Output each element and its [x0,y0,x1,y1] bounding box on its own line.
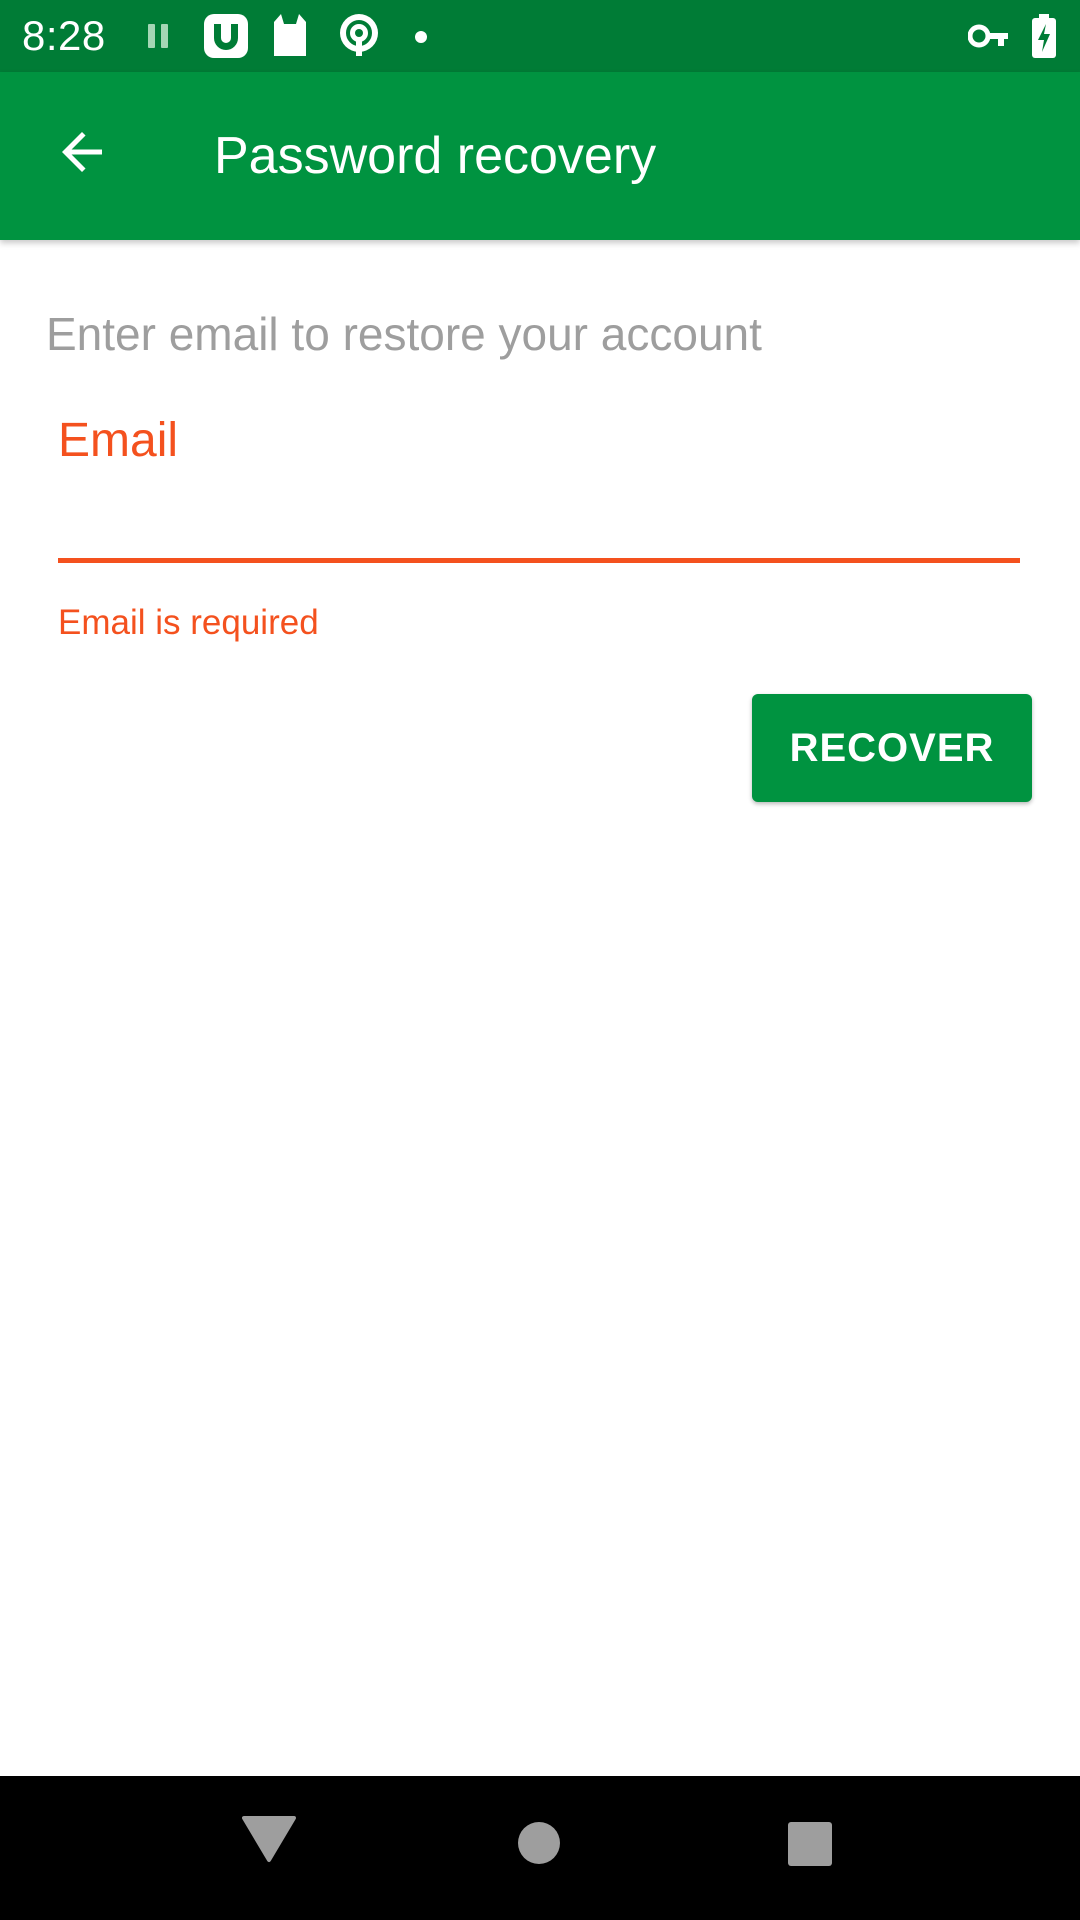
email-field-label: Email [58,414,179,467]
email-error-message: Email is required [58,603,319,642]
vpn-key-icon [968,24,1008,48]
back-triangle-icon[interactable] [242,1814,296,1864]
arrow-back-icon [62,132,102,172]
email-field[interactable] [58,484,1020,554]
recents-square-icon[interactable] [786,1820,834,1868]
cat-icon [274,14,306,56]
battery-charging-icon [1032,14,1056,58]
navigation-bar [0,1776,1080,1920]
pause-icon [148,24,168,48]
home-circle-icon[interactable] [516,1820,562,1866]
status-bar: 8:28 [0,0,1080,72]
recover-button[interactable]: RECOVER [752,694,1032,802]
email-field-underline [58,558,1020,563]
status-time: 8:28 [22,12,106,59]
app-bar: Password recovery [0,72,1080,240]
instruction-text: Enter email to restore your account [46,308,762,360]
back-button[interactable] [42,112,122,192]
podcast-icon [340,14,378,56]
page-title: Password recovery [214,127,657,185]
app-icon-u [204,14,248,58]
dot-icon [415,31,427,43]
